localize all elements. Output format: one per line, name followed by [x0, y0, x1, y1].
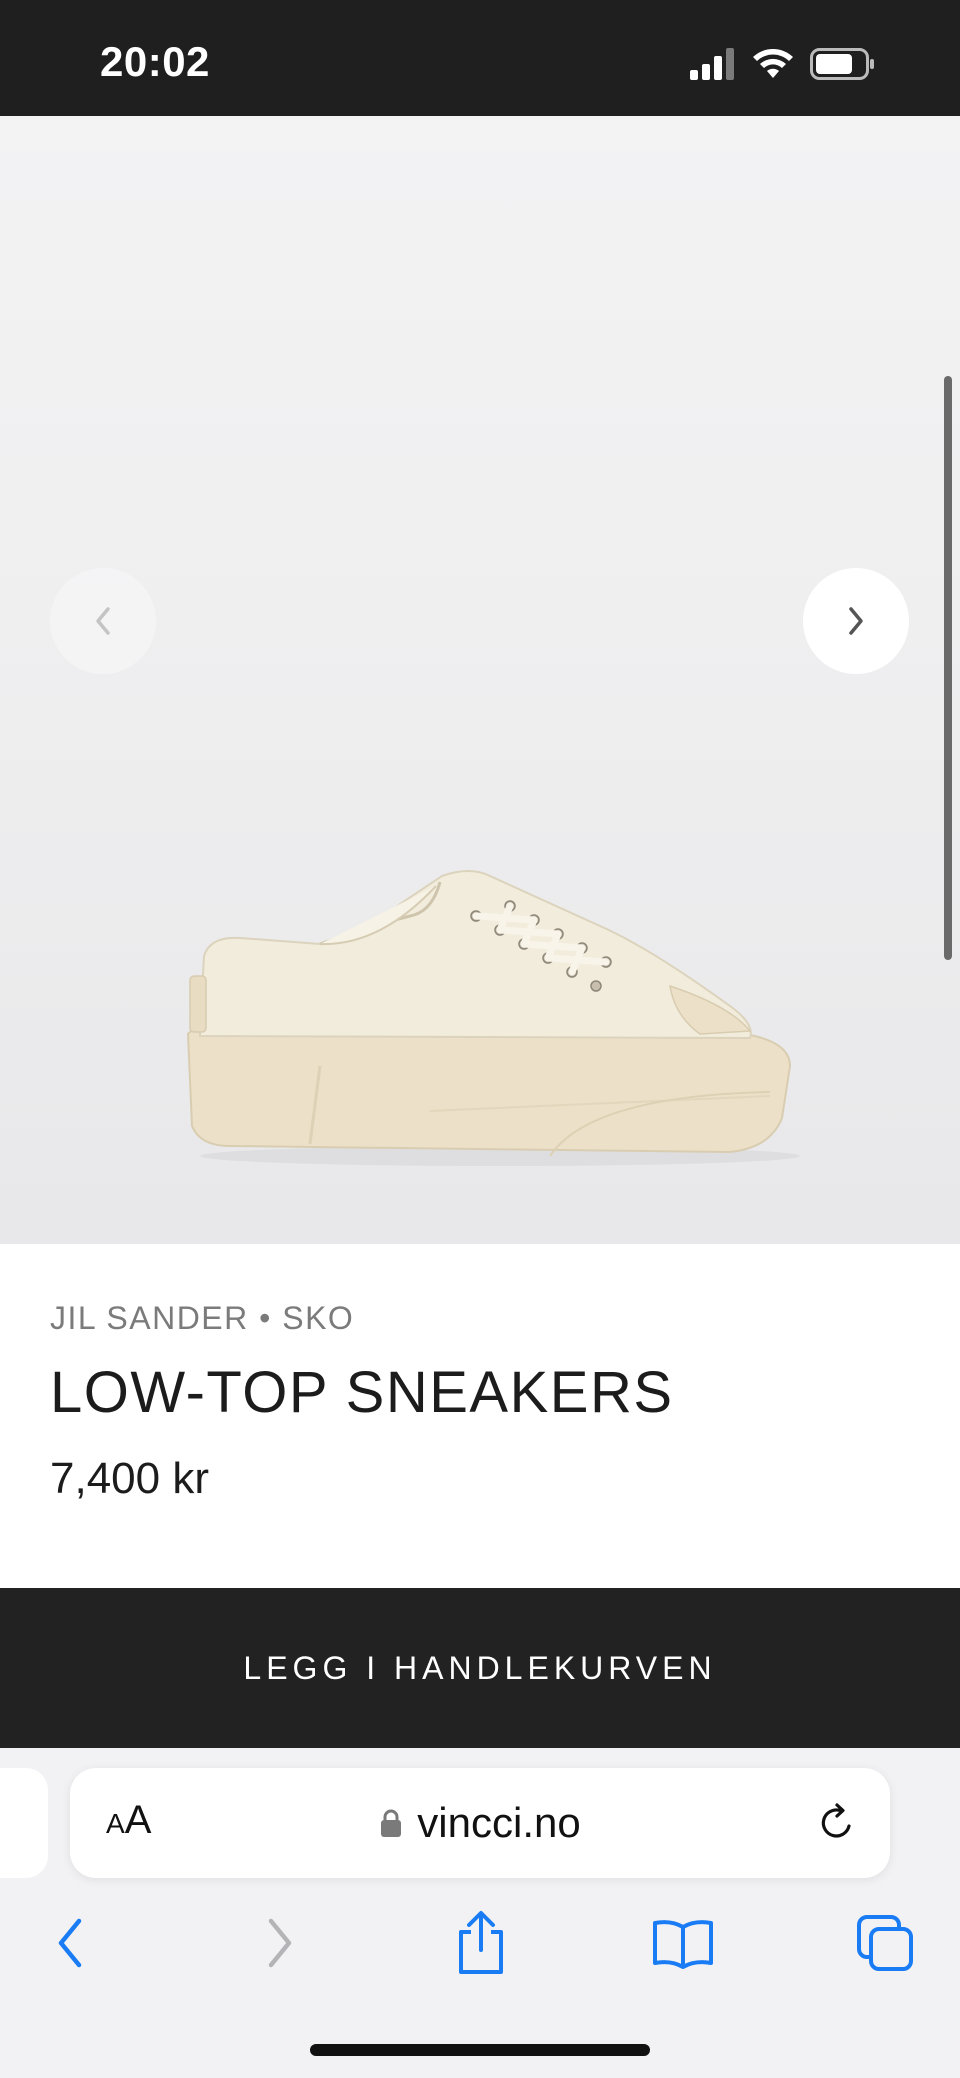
back-button[interactable] — [36, 1908, 106, 1978]
bookmarks-icon — [653, 1920, 713, 1969]
product-image[interactable] — [170, 856, 810, 1176]
share-icon — [459, 1911, 503, 1974]
battery-icon — [810, 48, 874, 80]
text-size-big-label: A — [124, 1798, 152, 1842]
product-gallery[interactable] — [0, 116, 960, 1244]
chevron-left-icon — [96, 607, 110, 635]
text-size-button[interactable]: AA — [106, 1798, 151, 1843]
chevron-right-icon — [849, 607, 863, 635]
previous-tab[interactable] — [0, 1768, 48, 1878]
address-bar[interactable]: AA vincci.no — [70, 1768, 890, 1878]
add-to-cart-button[interactable]: LEGG I HANDLEKURVEN — [0, 1588, 960, 1748]
gallery-prev-button[interactable] — [50, 568, 156, 674]
tabs-icon — [857, 1915, 913, 1971]
signal-icon — [690, 48, 734, 80]
share-button[interactable] — [446, 1908, 516, 1978]
forward-icon — [268, 1918, 292, 1968]
scroll-indicator[interactable] — [944, 376, 952, 960]
status-bar: 20:02 — [0, 0, 960, 116]
url-text: vincci.no — [417, 1799, 581, 1846]
product-info: JIL SANDER • SKO LOW-TOP SNEAKERS 7,400 … — [50, 1300, 910, 1504]
url-display: vincci.no — [70, 1768, 890, 1878]
product-title: LOW-TOP SNEAKERS — [50, 1360, 674, 1425]
brand-category[interactable]: JIL SANDER • SKO — [50, 1300, 910, 1337]
home-indicator — [310, 2044, 650, 2056]
status-time: 20:02 — [100, 38, 210, 85]
forward-button[interactable] — [244, 1908, 314, 1978]
gallery-next-button[interactable] — [803, 568, 909, 674]
browser-chrome: AA vincci.no — [0, 1748, 960, 2078]
bookmarks-button[interactable] — [648, 1908, 718, 1978]
tabs-button[interactable] — [850, 1908, 920, 1978]
wifi-icon — [753, 49, 793, 78]
back-icon — [58, 1918, 82, 1968]
reload-icon[interactable] — [816, 1802, 858, 1844]
product-price: 7,400 kr — [50, 1454, 209, 1503]
text-size-small-label: A — [106, 1808, 125, 1839]
lock-icon — [381, 1809, 402, 1837]
